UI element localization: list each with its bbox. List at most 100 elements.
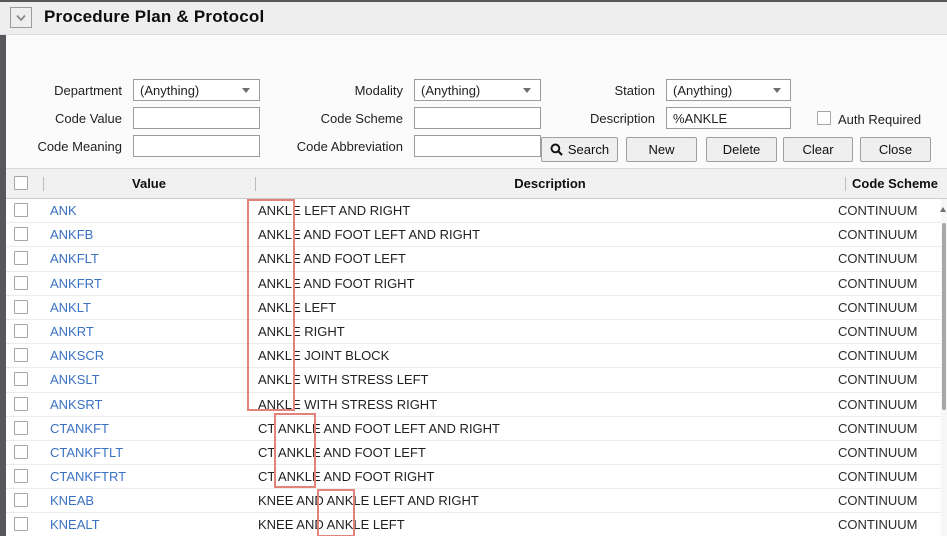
row-value-link[interactable]: ANKRT <box>50 324 94 339</box>
row-description: CT ANKLE AND FOOT LEFT AND RIGHT <box>258 420 500 436</box>
table-row[interactable]: ANKRT ANKLE RIGHT CONTINUUM <box>6 320 947 345</box>
code-meaning-input[interactable] <box>133 135 260 157</box>
row-code-scheme: CONTINUUM <box>838 227 918 243</box>
modality-label: Modality <box>354 83 403 98</box>
procedure-plan-window: Procedure Plan & Protocol Department (An… <box>0 0 947 536</box>
modality-selected-value: (Anything) <box>421 82 481 98</box>
row-description: CT ANKLE AND FOOT LEFT <box>258 444 426 460</box>
row-value-link[interactable]: ANK <box>50 203 77 218</box>
row-description: ANKLE AND FOOT LEFT AND RIGHT <box>258 227 481 243</box>
row-checkbox[interactable] <box>14 469 28 484</box>
row-code-scheme: CONTINUUM <box>838 348 918 364</box>
delete-button[interactable]: Delete <box>706 137 777 162</box>
page-title: Procedure Plan & Protocol <box>44 7 265 26</box>
row-value-link[interactable]: CTANKFTLT <box>50 445 123 460</box>
row-code-scheme: CONTINUUM <box>838 299 918 315</box>
code-value-input[interactable] <box>133 107 260 129</box>
table-row[interactable]: ANKFB ANKLE AND FOOT LEFT AND RIGHT CONT… <box>6 223 947 248</box>
table-row[interactable]: ANKSLT ANKLE WITH STRESS LEFT CONTINUUM <box>6 368 947 393</box>
row-description: KNEE AND ANKLE LEFT <box>258 517 405 533</box>
modality-dropdown[interactable]: (Anything) <box>414 79 541 101</box>
new-button[interactable]: New <box>626 137 697 162</box>
station-selected-value: (Anything) <box>673 82 733 98</box>
table-row[interactable]: CTANKFTRT CT ANKLE AND FOOT RIGHT CONTIN… <box>6 465 947 490</box>
auth-required-checkbox[interactable] <box>817 111 831 125</box>
row-description: ANKLE RIGHT <box>258 323 345 339</box>
row-code-scheme: CONTINUUM <box>838 493 918 509</box>
row-value-link[interactable]: ANKLT <box>50 300 91 315</box>
row-description: ANKLE LEFT AND RIGHT <box>258 203 411 218</box>
table-row[interactable]: ANKFLT ANKLE AND FOOT LEFT CONTINUUM <box>6 247 947 272</box>
caret-down-icon <box>242 88 250 93</box>
search-button[interactable]: Search <box>541 137 618 162</box>
row-value-link[interactable]: ANKSLT <box>50 372 100 387</box>
department-dropdown[interactable]: (Anything) <box>133 79 260 101</box>
row-code-scheme: CONTINUUM <box>838 203 918 218</box>
department-selected-value: (Anything) <box>140 82 200 98</box>
row-checkbox[interactable] <box>14 251 28 266</box>
row-code-scheme: CONTINUUM <box>838 275 918 291</box>
row-checkbox[interactable] <box>14 372 28 387</box>
column-header-description[interactable]: Description <box>255 176 845 191</box>
table-row[interactable]: ANKLT ANKLE LEFT CONTINUUM <box>6 296 947 320</box>
row-value-link[interactable]: ANKFLT <box>50 251 99 266</box>
arrow-up-icon[interactable] <box>940 207 946 212</box>
row-code-scheme: CONTINUUM <box>838 251 918 267</box>
row-value-link[interactable]: ANKFRT <box>50 276 102 291</box>
row-checkbox[interactable] <box>14 348 28 363</box>
delete-button-label: Delete <box>722 142 761 157</box>
auth-required-label: Auth Required <box>838 112 922 127</box>
code-value-label: Code Value <box>55 111 122 126</box>
code-scheme-input[interactable] <box>414 107 541 129</box>
table-row[interactable]: CTANKFTLT CT ANKLE AND FOOT LEFT CONTINU… <box>6 441 947 466</box>
table-row[interactable]: ANKFRT ANKLE AND FOOT RIGHT CONTINUUM <box>6 272 947 296</box>
code-abbreviation-input[interactable] <box>414 135 541 157</box>
row-description: ANKLE JOINT BLOCK <box>258 348 390 364</box>
table-row[interactable]: CTANKFT CT ANKLE AND FOOT LEFT AND RIGHT… <box>6 417 947 441</box>
row-description: ANKLE AND FOOT LEFT <box>258 251 406 267</box>
scrollbar-thumb[interactable] <box>942 223 946 410</box>
clear-button[interactable]: Clear <box>783 137 853 162</box>
close-button-label: Close <box>878 142 913 157</box>
row-checkbox[interactable] <box>14 444 28 459</box>
close-button[interactable]: Close <box>860 137 931 162</box>
row-checkbox[interactable] <box>14 203 28 217</box>
row-description: ANKLE AND FOOT RIGHT <box>258 275 415 291</box>
description-input[interactable] <box>666 107 791 129</box>
row-value-link[interactable]: CTANKFTRT <box>50 469 126 484</box>
column-header-value[interactable]: Value <box>43 176 255 191</box>
row-checkbox[interactable] <box>14 517 28 532</box>
title-bar: Procedure Plan & Protocol <box>0 2 947 35</box>
department-label: Department <box>54 83 122 98</box>
row-checkbox[interactable] <box>14 396 28 411</box>
row-value-link[interactable]: KNEAB <box>50 493 94 508</box>
table-header: Value Description Code Scheme <box>6 168 947 199</box>
table-row[interactable]: ANKSCR ANKLE JOINT BLOCK CONTINUUM <box>6 344 947 369</box>
row-value-link[interactable]: ANKFB <box>50 227 93 242</box>
collapse-panel-button[interactable] <box>10 7 32 28</box>
station-dropdown[interactable]: (Anything) <box>666 79 791 101</box>
table-row[interactable]: KNEAB KNEE AND ANKLE LEFT AND RIGHT CONT… <box>6 489 947 514</box>
row-checkbox[interactable] <box>14 299 28 314</box>
column-header-code-scheme[interactable]: Code Scheme <box>845 176 945 191</box>
row-value-link[interactable]: CTANKFT <box>50 421 109 436</box>
row-code-scheme: CONTINUUM <box>838 444 918 460</box>
table-row[interactable]: KNEALT KNEE AND ANKLE LEFT CONTINUUM <box>6 513 947 536</box>
row-description: ANKLE WITH STRESS RIGHT <box>258 396 438 412</box>
row-checkbox[interactable] <box>14 493 28 508</box>
table-row[interactable]: ANK ANKLE LEFT AND RIGHT CONTINUUM <box>6 199 947 224</box>
code-scheme-label: Code Scheme <box>320 111 403 126</box>
row-checkbox[interactable] <box>14 420 28 435</box>
row-checkbox[interactable] <box>14 227 28 242</box>
row-checkbox[interactable] <box>14 323 28 338</box>
row-value-link[interactable]: KNEALT <box>50 517 100 532</box>
row-value-link[interactable]: ANKSCR <box>50 348 104 363</box>
row-code-scheme: CONTINUUM <box>838 469 918 485</box>
row-checkbox[interactable] <box>14 275 28 290</box>
table-row[interactable]: ANKSRT ANKLE WITH STRESS RIGHT CONTINUUM <box>6 393 947 417</box>
chevron-down-icon <box>15 14 27 22</box>
row-value-link[interactable]: ANKSRT <box>50 397 103 412</box>
select-all-checkbox[interactable] <box>14 176 28 190</box>
search-button-label: Search <box>567 142 610 157</box>
row-code-scheme: CONTINUUM <box>838 420 918 436</box>
